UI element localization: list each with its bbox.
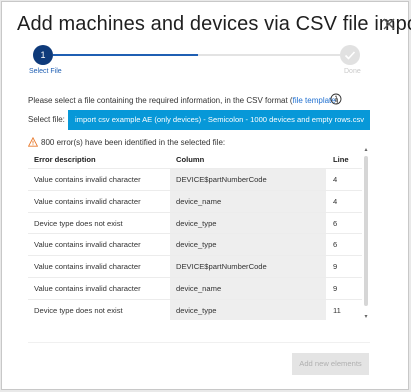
header-line[interactable]: Line (333, 155, 349, 164)
cell-line: 11 (333, 305, 341, 315)
cell-line: 9 (333, 262, 338, 272)
cell-error: Value contains invalid character (34, 283, 141, 293)
error-count-text: 800 error(s) have been identified in the… (41, 138, 226, 147)
step-1-indicator: 1 (33, 45, 53, 65)
cell-column: device_type (170, 299, 326, 320)
import-dialog: Add machines and devices via CSV file im… (1, 1, 411, 390)
file-select-dropdown[interactable]: import csv example AE (only devices) - S… (68, 110, 370, 130)
table-row: Value contains invalid character DEVICE$… (28, 168, 362, 190)
scroll-up-arrow-icon[interactable]: ▴ (363, 148, 369, 153)
cell-line: 4 (333, 175, 338, 184)
table-row: Value contains invalid character device_… (28, 189, 362, 212)
stepper-progress-line (53, 54, 198, 56)
stepper-remaining-line (198, 54, 340, 56)
cell-column: DEVICE$partNumberCode (170, 256, 326, 277)
step-2-indicator (340, 45, 360, 65)
table-row: Value contains invalid character DEVICE$… (28, 255, 362, 277)
info-icon[interactable] (330, 93, 342, 105)
table-row: Value contains invalid character device_… (28, 233, 362, 256)
cell-line: 6 (333, 218, 338, 228)
cell-column: device_name (170, 190, 326, 212)
step-2-label: Done (344, 68, 361, 75)
cell-error: Device type does not exist (34, 305, 123, 315)
table-row: Device type does not exist device_type 6 (28, 211, 362, 234)
header-column[interactable]: Column (176, 155, 204, 164)
table-scrollbar[interactable]: ▴ ▾ (362, 148, 370, 320)
instruction-text: Please select a file containing the requ… (28, 96, 341, 105)
cell-line: 6 (333, 240, 338, 250)
table-row: Device type does not exist device_type 1… (28, 298, 362, 320)
instruction-prefix: Please select a file containing the requ… (28, 96, 293, 105)
cell-column: device_name (170, 277, 326, 299)
header-error-description[interactable]: Error description (34, 155, 96, 164)
dialog-title: Add machines and devices via CSV file im… (17, 13, 411, 35)
table-body: Value contains invalid character DEVICE$… (28, 168, 362, 320)
cell-error: Device type does not exist (34, 218, 123, 228)
cell-error: Value contains invalid character (34, 175, 141, 184)
check-icon (344, 51, 356, 60)
cell-error: Value contains invalid character (34, 240, 141, 250)
cell-line: 9 (333, 283, 338, 293)
cell-column: DEVICE$partNumberCode (170, 169, 326, 190)
select-file-label: Select file: (28, 115, 65, 124)
scroll-thumb[interactable] (364, 156, 368, 306)
cell-error: Value contains invalid character (34, 262, 141, 272)
warning-icon (28, 137, 38, 147)
close-icon[interactable] (382, 17, 396, 31)
step-1-label: Select File (29, 68, 62, 75)
cell-line: 4 (333, 196, 338, 206)
footer-divider (28, 342, 370, 343)
error-table[interactable]: Error description Column Line Value cont… (28, 148, 370, 320)
table-row: Value contains invalid character device_… (28, 276, 362, 299)
scroll-down-arrow-icon[interactable]: ▾ (363, 314, 369, 320)
table-header: Error description Column Line (28, 148, 362, 168)
cell-column: device_type (170, 234, 326, 256)
add-new-elements-button[interactable]: Add new elements (292, 353, 369, 375)
cell-error: Value contains invalid character (34, 196, 141, 206)
cell-column: device_type (170, 212, 326, 234)
